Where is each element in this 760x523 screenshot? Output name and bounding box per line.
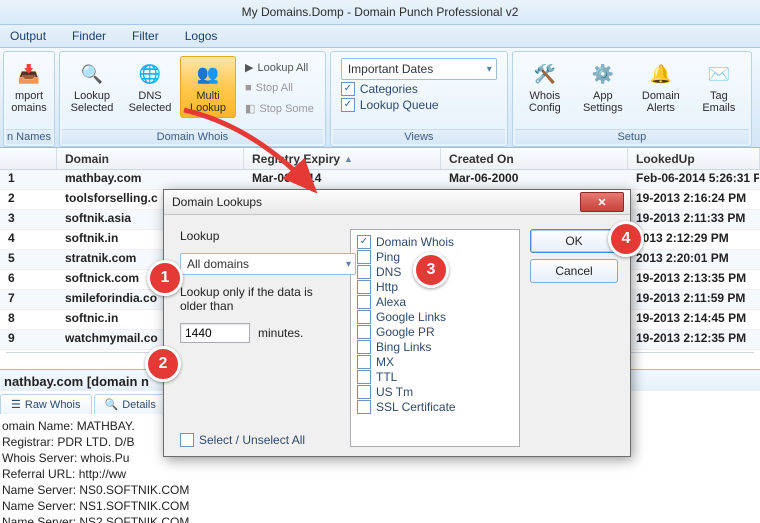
col-header-lookedup[interactable]: LookedUp xyxy=(628,148,760,169)
group-title-setup: Setup xyxy=(515,129,749,144)
annotation-1: 1 xyxy=(147,260,183,296)
menu-finder[interactable]: Finder xyxy=(72,29,106,43)
ribbon: 📥 mport omains n Names 🔍 Lookup Selected… xyxy=(0,48,760,148)
group-title-views: Views xyxy=(333,129,505,144)
lookup-option[interactable]: Google PR xyxy=(357,325,513,339)
tag-emails-button[interactable]: ✉️TagEmails xyxy=(691,56,747,118)
group-title-names: n Names xyxy=(6,129,52,144)
minutes-input[interactable] xyxy=(180,323,250,343)
window-title: My Domains.Domp - Domain Punch Professio… xyxy=(242,5,519,19)
stop-icon: ■ xyxy=(245,82,252,94)
select-all-checkbox[interactable]: Select / Unselect All xyxy=(180,433,340,447)
lookup-option[interactable]: TTL xyxy=(357,370,513,384)
dialog-close-button[interactable]: ✕ xyxy=(580,192,624,212)
config-icon: 🛠️ xyxy=(531,60,559,88)
multi-lookup-icon: 👥 xyxy=(194,60,222,88)
app-window: My Domains.Domp - Domain Punch Professio… xyxy=(0,0,760,523)
group-views: Important Dates ✓Categories ✓Lookup Queu… xyxy=(330,51,508,147)
annotation-2: 2 xyxy=(145,346,181,382)
annotation-3: 3 xyxy=(413,252,449,288)
stop-all-button[interactable]: ■Stop All xyxy=(238,79,321,97)
lookup-all-button[interactable]: ▶Lookup All xyxy=(238,58,321,77)
lookup-queue-checkbox[interactable]: ✓Lookup Queue xyxy=(341,98,497,112)
settings-icon: ⚙️ xyxy=(589,60,617,88)
tag-emails-icon: ✉️ xyxy=(705,60,733,88)
lookup-option[interactable]: ✓Domain Whois xyxy=(357,235,513,249)
lookup-scope-combo[interactable]: All domains xyxy=(180,253,356,275)
lookup-option[interactable]: US Tm xyxy=(357,385,513,399)
lookup-option[interactable]: MX xyxy=(357,355,513,369)
lookup-option[interactable]: Alexa xyxy=(357,295,513,309)
group-import: 📥 mport omains n Names xyxy=(3,51,55,147)
grid-header: Domain Registry Expiry▲ Created On Looke… xyxy=(0,148,760,170)
sort-asc-icon: ▲ xyxy=(344,154,353,164)
categories-checkbox[interactable]: ✓Categories xyxy=(341,82,497,96)
whois-config-button[interactable]: 🛠️WhoisConfig xyxy=(517,56,573,118)
magnifier-icon: 🔍 xyxy=(78,60,106,88)
col-header-number[interactable] xyxy=(0,148,57,169)
app-settings-button[interactable]: ⚙️AppSettings xyxy=(575,56,631,118)
menu-output[interactable]: Output xyxy=(10,29,46,43)
lookup-option[interactable]: Bing Links xyxy=(357,340,513,354)
import-icon: 📥 xyxy=(15,60,43,88)
menu-filter[interactable]: Filter xyxy=(132,29,159,43)
domain-alerts-button[interactable]: 🔔DomainAlerts xyxy=(633,56,689,118)
older-than-label: Lookup only if the data is older than xyxy=(180,285,340,313)
tab-raw-whois[interactable]: ☰Raw Whois xyxy=(0,394,92,414)
group-setup: 🛠️WhoisConfig ⚙️AppSettings 🔔DomainAlert… xyxy=(512,51,752,147)
lookup-option[interactable]: Google Links xyxy=(357,310,513,324)
text-icon: ☰ xyxy=(11,398,21,411)
domain-lookups-dialog: Domain Lookups ✕ Lookup All domains Look… xyxy=(163,189,631,457)
tab-details[interactable]: 🔍Details xyxy=(94,394,167,414)
lookup-selected-button[interactable]: 🔍 Lookup Selected xyxy=(64,56,120,118)
annotation-4: 4 xyxy=(608,221,644,257)
import-domains-button[interactable]: 📥 mport omains xyxy=(8,56,50,118)
table-row[interactable]: 1mathbay.comMar-06-2014Mar-06-2000Feb-06… xyxy=(0,170,760,190)
menu-logos[interactable]: Logos xyxy=(185,29,218,43)
views-combo[interactable]: Important Dates xyxy=(341,58,497,80)
menu-bar: Output Finder Filter Logos xyxy=(0,25,760,48)
lookup-label: Lookup xyxy=(180,229,340,243)
cancel-button[interactable]: Cancel xyxy=(530,259,618,283)
play-icon: ▶ xyxy=(245,61,253,74)
title-bar: My Domains.Domp - Domain Punch Professio… xyxy=(0,0,760,25)
magnifier-icon: 🔍 xyxy=(105,398,119,411)
ok-button[interactable]: OK xyxy=(530,229,618,253)
annotation-arrow xyxy=(164,106,344,206)
col-header-created[interactable]: Created On xyxy=(441,148,628,169)
minutes-label: minutes. xyxy=(258,326,303,340)
dns-icon: 🌐 xyxy=(136,60,164,88)
alerts-icon: 🔔 xyxy=(647,60,675,88)
lookup-option[interactable]: SSL Certificate xyxy=(357,400,513,414)
